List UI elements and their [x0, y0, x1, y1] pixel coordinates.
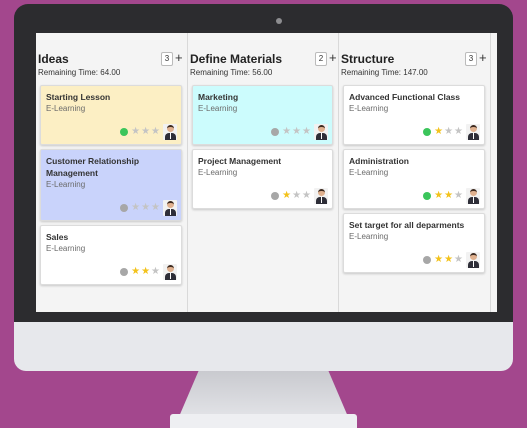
card-footer: ★ ★ ★: [120, 124, 177, 140]
kanban-card[interactable]: Marketing E-Learning ★ ★ ★: [192, 85, 333, 145]
star-icon[interactable]: ★: [141, 127, 150, 137]
star-icon[interactable]: ★: [282, 127, 291, 137]
card-footer: ★ ★ ★: [423, 252, 480, 268]
monitor-chin: [14, 322, 513, 371]
status-dot-icon[interactable]: [120, 204, 129, 212]
card-title: Set target for all deparments: [349, 220, 465, 230]
user-avatar: [163, 264, 177, 280]
kanban-column: Ideas Remaining Time: 64.00 3 + Starting Les…: [36, 33, 188, 312]
star-icon[interactable]: ★: [434, 127, 443, 137]
star-icon[interactable]: ★: [454, 255, 463, 265]
card-tag: E-Learning: [349, 168, 389, 177]
card-footer: ★ ★ ★: [120, 264, 177, 280]
card-title: Marketing: [198, 92, 239, 102]
star-icon[interactable]: ★: [444, 127, 453, 137]
user-avatar: [314, 188, 328, 204]
kanban-card[interactable]: Set target for all deparments E-Learning ★…: [343, 213, 485, 273]
card-tag: E-Learning: [198, 104, 238, 113]
status-dot-icon[interactable]: [271, 128, 280, 136]
star-icon[interactable]: ★: [434, 191, 443, 201]
user-avatar: [466, 252, 480, 268]
column-header: Structure Remaining Time: 147.00 3 +: [341, 50, 487, 82]
column-remaining-time: Remaining Time: 147.00: [341, 68, 428, 77]
card-tag: E-Learning: [349, 104, 389, 113]
star-icon[interactable]: ★: [302, 127, 311, 137]
card-tag: E-Learning: [46, 104, 86, 113]
star-icon[interactable]: ★: [292, 191, 301, 201]
card-tag: E-Learning: [46, 244, 86, 253]
star-icon[interactable]: ★: [454, 191, 463, 201]
column-title[interactable]: Ideas: [38, 52, 69, 66]
card-footer: ★ ★ ★: [423, 124, 480, 140]
star-icon[interactable]: ★: [282, 191, 291, 201]
status-dot-icon[interactable]: [120, 268, 129, 276]
monitor-stand: [178, 371, 349, 419]
status-dot-icon[interactable]: [271, 192, 280, 200]
card-footer: ★ ★ ★: [120, 200, 177, 216]
user-avatar: [466, 188, 480, 204]
column-remaining-time: Remaining Time: 64.00: [38, 68, 121, 77]
status-dot-icon[interactable]: [120, 128, 129, 136]
column-header: Ideas Remaining Time: 64.00 3 +: [38, 50, 183, 82]
star-icon[interactable]: ★: [141, 203, 150, 213]
card-title: Advanced Functional Class: [349, 92, 460, 102]
card-footer: ★ ★ ★: [423, 188, 480, 204]
star-icon[interactable]: ★: [444, 191, 453, 201]
card-title: Starting Lesson: [46, 92, 111, 102]
kanban-card[interactable]: Sales E-Learning ★ ★ ★: [40, 225, 182, 285]
status-dot-icon[interactable]: [423, 256, 432, 264]
status-dot-icon[interactable]: [423, 192, 432, 200]
card-title: Sales: [46, 232, 69, 242]
add-card-button[interactable]: +: [175, 50, 183, 65]
star-icon[interactable]: ★: [434, 255, 443, 265]
user-avatar: [163, 124, 177, 140]
column-title[interactable]: Structure: [341, 52, 394, 66]
add-card-button[interactable]: +: [479, 50, 487, 65]
kanban-column: Define Materials Remaining Time: 56.00 2 + M…: [188, 33, 339, 312]
column-title[interactable]: Define Materials: [190, 52, 282, 66]
column-header: Define Materials Remaining Time: 56.00 2 +: [190, 50, 337, 82]
kanban-board: Ideas Remaining Time: 64.00 3 + Starting Les…: [36, 33, 497, 312]
column-remaining-time: Remaining Time: 56.00: [190, 68, 273, 77]
star-icon[interactable]: ★: [292, 127, 301, 137]
card-title: Administration: [349, 156, 409, 166]
column-count-badge: 3: [465, 52, 477, 66]
star-icon[interactable]: ★: [444, 255, 453, 265]
kanban-card[interactable]: Starting Lesson E-Learning ★ ★ ★: [40, 85, 182, 145]
star-icon[interactable]: ★: [302, 191, 311, 201]
user-avatar: [466, 124, 480, 140]
card-tag: E-Learning: [46, 180, 86, 189]
star-icon[interactable]: ★: [141, 267, 150, 277]
monitor-base: [170, 414, 357, 428]
star-icon[interactable]: ★: [131, 127, 140, 137]
kanban-card[interactable]: Administration E-Learning ★ ★ ★: [343, 149, 485, 209]
star-icon[interactable]: ★: [151, 203, 160, 213]
user-avatar: [314, 124, 328, 140]
kanban-card[interactable]: Customer Relationship Management E-Learni…: [40, 149, 182, 221]
card-tag: E-Learning: [198, 168, 238, 177]
card-footer: ★ ★ ★: [271, 188, 328, 204]
kanban-card[interactable]: Project Management E-Learning ★ ★ ★: [192, 149, 333, 209]
star-icon[interactable]: ★: [151, 267, 160, 277]
star-icon[interactable]: ★: [454, 127, 463, 137]
kanban-column: Structure Remaining Time: 147.00 3 + Advance…: [339, 33, 491, 312]
star-icon[interactable]: ★: [151, 127, 160, 137]
star-icon[interactable]: ★: [131, 203, 140, 213]
card-tag: E-Learning: [349, 232, 389, 241]
star-icon[interactable]: ★: [131, 267, 140, 277]
column-count-badge: 3: [161, 52, 173, 66]
status-dot-icon[interactable]: [423, 128, 432, 136]
camera-dot: [276, 18, 282, 24]
column-count-badge: 2: [315, 52, 327, 66]
card-title: Customer Relationship Management: [46, 156, 140, 178]
kanban-card[interactable]: Advanced Functional Class E-Learning ★ ★ ★: [343, 85, 485, 145]
card-footer: ★ ★ ★: [271, 124, 328, 140]
card-title: Project Management: [198, 156, 282, 166]
add-card-button[interactable]: +: [329, 50, 337, 65]
user-avatar: [163, 200, 177, 216]
